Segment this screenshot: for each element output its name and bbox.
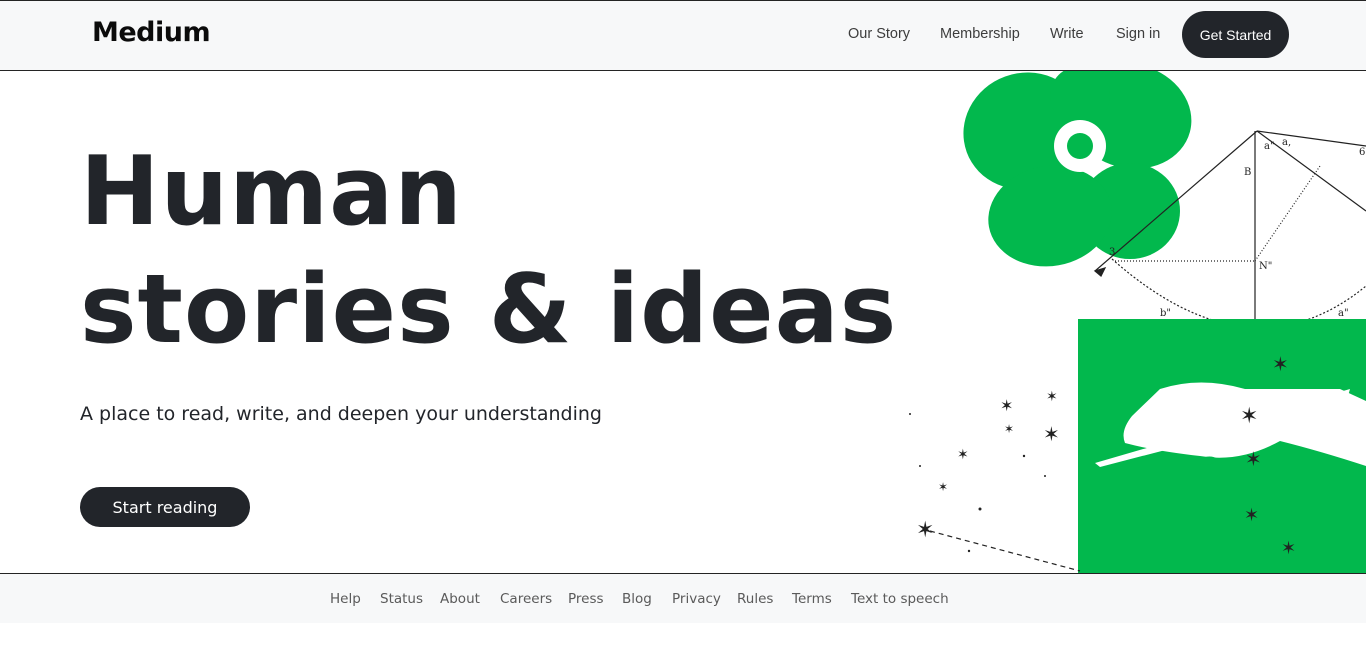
star-icon: ✶ [1272,352,1289,376]
nav-membership-link[interactable]: Membership [940,26,1020,42]
star-icon: ✶ [1004,422,1014,436]
hero-illustration: a" a, B N" b" E a" 3 6 ✶ ✶ ✶ ✶ ✶ ✶ ✶ ✶ ✶ [909,71,1366,573]
footer-about-link[interactable]: About [440,591,480,607]
star-icon: ✶ [1046,389,1058,405]
writing-hand-illustration [1078,319,1366,573]
start-reading-button[interactable]: Start reading [80,487,250,527]
footer-terms-link[interactable]: Terms [792,591,832,607]
hero-section: Human stories & ideas A place to read, w… [0,71,1366,573]
dashed-line [929,530,1081,572]
headline-line-1: Human [80,137,463,247]
star-icon: ✶ [957,447,969,463]
footer-blog-link[interactable]: Blog [622,591,652,607]
footer-press-link[interactable]: Press [568,591,604,607]
footer-rules-link[interactable]: Rules [737,591,773,607]
diagram-label-a2: a, [1282,137,1291,148]
footer-bar: Help Status About Careers Press Blog Pri… [0,573,1366,623]
star-icon: ✶ [1281,538,1296,559]
star-icon: ✶ [938,480,948,494]
star-icon: ✶ [1240,404,1258,429]
star-icon: ✶ [1245,447,1262,471]
footer-privacy-link[interactable]: Privacy [672,591,721,607]
headline-line-2: stories & ideas [80,255,898,365]
diagram-label-n: N" [1259,261,1272,272]
star-icon: ✶ [916,518,934,543]
diagram-label-b: B [1244,167,1251,178]
diagram-label-a1: a" [1264,141,1275,152]
star-icon: ✶ [1000,396,1013,415]
star-icon: ✶ [1244,505,1259,526]
footer-help-link[interactable]: Help [330,591,361,607]
footer-status-link[interactable]: Status [380,591,423,607]
footer-careers-link[interactable]: Careers [500,591,552,607]
diagram-label-b2: b" [1160,308,1171,319]
nav-our-story-link[interactable]: Our Story [848,26,910,42]
nav-write-link[interactable]: Write [1050,26,1084,42]
top-navigation-bar: Medium Our Story Membership Write Sign i… [0,0,1366,71]
hero-headline: Human stories & ideas [80,133,897,369]
star-icon: ✶ [1043,422,1060,446]
flower-illustration [963,71,1192,267]
get-started-button[interactable]: Get Started [1182,11,1289,58]
diagram-label-a3: a" [1338,308,1349,319]
medium-logo[interactable]: Medium [92,17,211,48]
diagram-label-6: 6 [1359,147,1365,158]
hero-subheading: A place to read, write, and deepen your … [80,403,602,425]
footer-text-to-speech-link[interactable]: Text to speech [851,591,949,607]
nav-sign-in-link[interactable]: Sign in [1116,26,1160,42]
diagram-label-3: 3 [1109,247,1115,258]
